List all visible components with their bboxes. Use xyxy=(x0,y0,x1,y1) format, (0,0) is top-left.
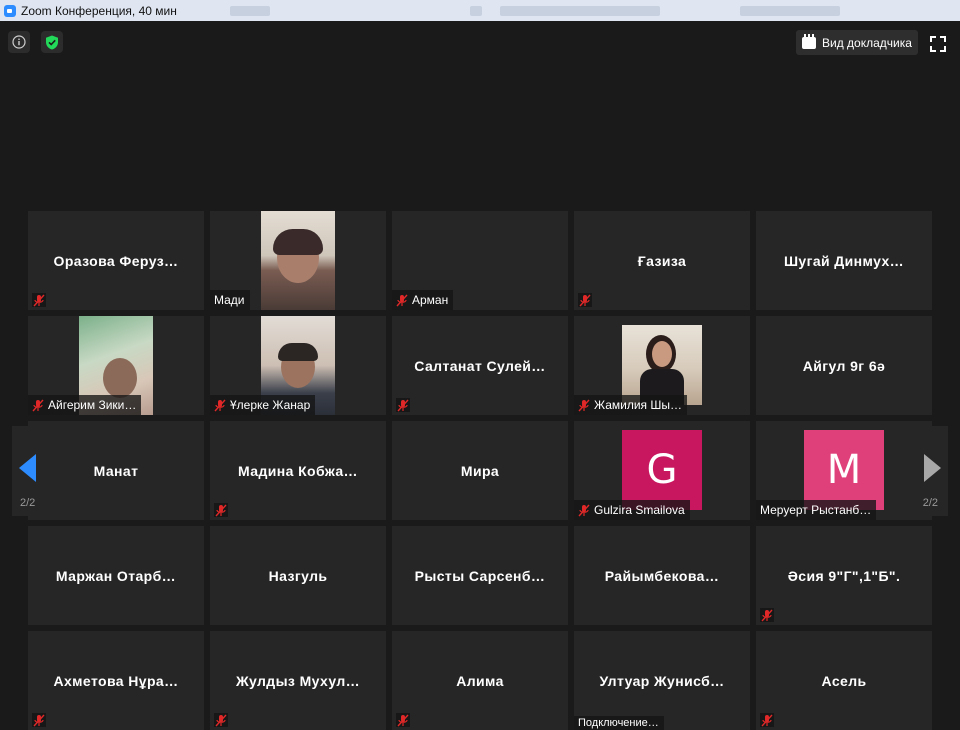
participant-name: Рысты Сарсенб… xyxy=(414,567,546,584)
participant-tile[interactable]: Ултуар Жунисб… Подключение… xyxy=(574,631,750,730)
muted-mic-icon xyxy=(214,399,226,411)
participant-name: Мади xyxy=(214,293,245,307)
participant-name: Айгерим Зики… xyxy=(48,398,137,412)
next-page-button[interactable]: 2/2 xyxy=(900,426,948,516)
muted-mic-icon xyxy=(396,713,410,727)
participant-tile[interactable]: Мади xyxy=(210,211,386,310)
muted-mic-icon xyxy=(214,713,228,727)
speaker-view-button[interactable]: Вид докладчика xyxy=(796,30,918,55)
muted-mic-icon xyxy=(760,713,774,727)
window-titlebar: Zoom Конференция, 40 мин xyxy=(0,0,960,21)
participant-name: Назгуль xyxy=(268,567,328,584)
participant-tile[interactable]: Алима xyxy=(392,631,568,730)
participant-tile[interactable]: Жулдыз Мухул… xyxy=(210,631,386,730)
avatar: M xyxy=(804,430,884,510)
participant-name: Арман xyxy=(412,293,449,307)
speaker-view-label: Вид докладчика xyxy=(822,35,912,50)
page-indicator: 2/2 xyxy=(922,497,938,509)
previous-page-button[interactable]: 2/2 xyxy=(12,426,60,516)
participant-name: Gulzira Smailova xyxy=(594,503,685,517)
participant-name: Оразова Феруз… xyxy=(53,252,179,269)
participant-name: Мадина Кобжа… xyxy=(238,462,358,479)
shield-check-icon xyxy=(46,35,58,49)
participant-tile[interactable]: Салтанат Сулей… xyxy=(392,316,568,415)
participant-label: Мади xyxy=(210,290,250,310)
participant-video xyxy=(261,211,335,310)
participant-tile[interactable]: Айгерим Зики… xyxy=(28,316,204,415)
participant-name: Шугай Динмух… xyxy=(783,252,905,269)
participant-tile[interactable]: Ғазиза xyxy=(574,211,750,310)
muted-mic-icon xyxy=(760,608,774,622)
muted-mic-icon xyxy=(578,399,590,411)
participant-label: Жамилия Шы… xyxy=(574,395,688,415)
participant-name: Ғазиза xyxy=(637,252,687,269)
participant-tile[interactable]: Ұлерке Жанар xyxy=(210,316,386,415)
fullscreen-icon[interactable] xyxy=(930,36,946,52)
participant-tile[interactable]: Айгул 9г 6ә xyxy=(756,316,932,415)
participant-tile[interactable]: Шугай Динмух… xyxy=(756,211,932,310)
participant-tile[interactable]: Мадина Кобжа… xyxy=(210,421,386,520)
participant-photo xyxy=(622,325,702,405)
participant-tile[interactable]: Назгуль xyxy=(210,526,386,625)
participant-tile[interactable]: Оразова Феруз… xyxy=(28,211,204,310)
participant-name: Салтанат Сулей… xyxy=(414,357,546,374)
zoom-logo-icon xyxy=(4,4,16,17)
participant-name: Мира xyxy=(460,462,500,479)
participant-label: Меруерт Рыстанб… xyxy=(756,500,877,520)
arrow-right-icon xyxy=(924,454,941,482)
participant-tile[interactable]: Рысты Сарсенб… xyxy=(392,526,568,625)
window-title: Zoom Конференция, 40 мин xyxy=(21,3,177,18)
muted-mic-icon xyxy=(578,293,592,307)
status-text: Подключение… xyxy=(578,717,659,729)
meeting-info-button[interactable] xyxy=(8,31,30,53)
participant-name: Ахметова Нұра… xyxy=(53,672,179,689)
muted-mic-icon xyxy=(396,294,408,306)
participant-name: Ұлерке Жанар xyxy=(230,398,311,412)
connecting-status: Подключение… xyxy=(574,716,664,730)
muted-mic-icon xyxy=(396,398,410,412)
muted-mic-icon xyxy=(578,504,590,516)
participant-tile[interactable]: Ахметова Нұра… xyxy=(28,631,204,730)
arrow-left-icon xyxy=(19,454,36,482)
participant-label: Ұлерке Жанар xyxy=(210,395,316,415)
participant-label: Айгерим Зики… xyxy=(28,395,142,415)
participant-tile[interactable]: Әсия 9"Г",1"Б". xyxy=(756,526,932,625)
muted-mic-icon xyxy=(214,503,228,517)
muted-mic-icon xyxy=(32,713,46,727)
participant-label: Арман xyxy=(392,290,454,310)
page-indicator: 2/2 xyxy=(20,497,36,509)
speaker-view-icon xyxy=(802,33,816,49)
avatar: G xyxy=(622,430,702,510)
participant-tile[interactable]: G Gulzira Smailova xyxy=(574,421,750,520)
info-icon xyxy=(12,35,26,49)
muted-mic-icon xyxy=(32,293,46,307)
participant-tile[interactable]: Мира xyxy=(392,421,568,520)
security-button[interactable] xyxy=(41,31,63,53)
participant-name: Маржан Отарб… xyxy=(55,567,177,584)
participant-name: Жулдыз Мухул… xyxy=(235,672,361,689)
participant-name: Әсия 9"Г",1"Б". xyxy=(787,567,901,584)
participant-name: Райымбекова… xyxy=(604,567,720,584)
participant-tile[interactable]: Арман xyxy=(392,211,568,310)
participant-name: Жамилия Шы… xyxy=(594,398,683,412)
participant-tile[interactable]: Жамилия Шы… xyxy=(574,316,750,415)
participant-tile[interactable]: Маржан Отарб… xyxy=(28,526,204,625)
participant-name: Айгул 9г 6ә xyxy=(802,357,886,374)
participant-tile[interactable]: Райымбекова… xyxy=(574,526,750,625)
participant-name: Меруерт Рыстанб… xyxy=(760,503,872,517)
participant-name: Алима xyxy=(456,672,504,689)
muted-mic-icon xyxy=(32,399,44,411)
participant-name: Асель xyxy=(821,672,867,689)
participant-tile[interactable]: Асель xyxy=(756,631,932,730)
participant-label: Gulzira Smailova xyxy=(574,500,690,520)
participant-name: Ултуар Жунисб… xyxy=(599,672,725,689)
